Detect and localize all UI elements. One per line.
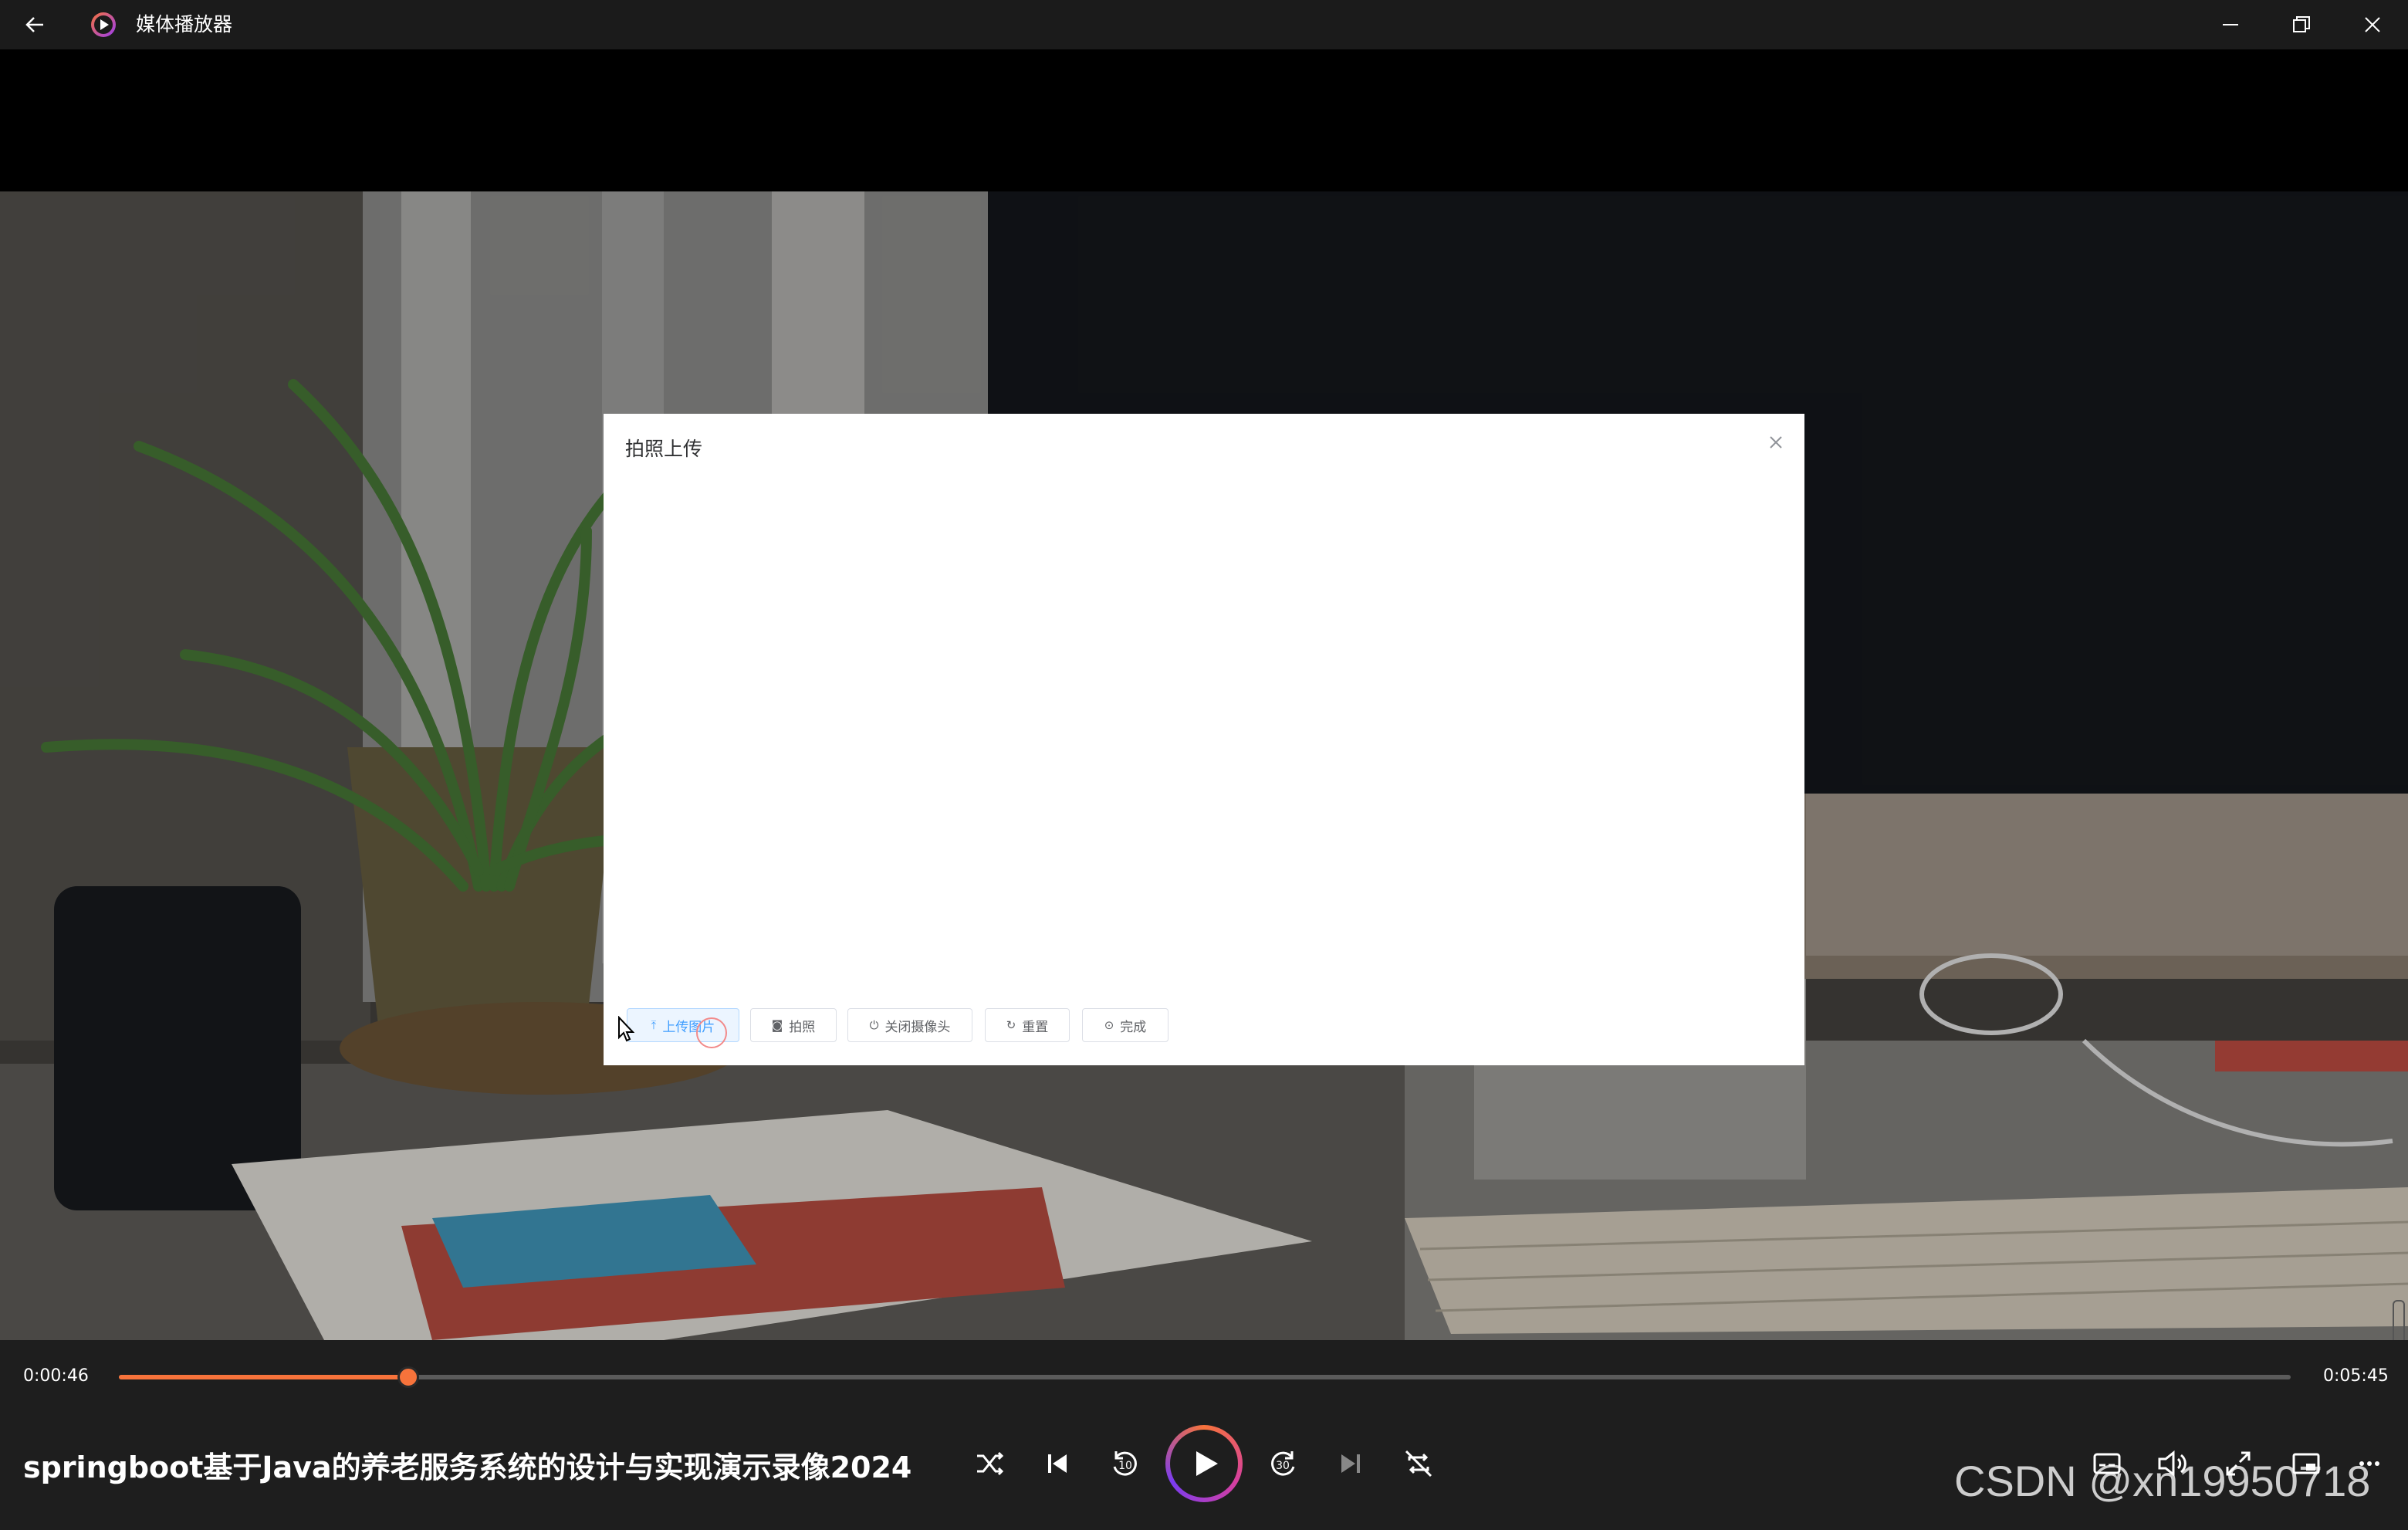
media-player-logo-icon bbox=[90, 11, 117, 39]
close-window-button[interactable] bbox=[2337, 0, 2408, 49]
repeat-button[interactable] bbox=[1395, 1440, 1442, 1487]
next-button[interactable] bbox=[1327, 1440, 1374, 1487]
rewind-10-button[interactable]: 10 bbox=[1102, 1440, 1148, 1487]
video-area[interactable]: 拍照上传 ⤒ 上传图片 ◙ 拍照 ⏻ 关闭摄像头 ↻ 重置 ⊙ 完成 bbox=[0, 49, 2408, 1340]
player-controls: 0:00:46 0:05:45 springboot基于Java的养老服务系统的… bbox=[0, 1340, 2408, 1530]
play-icon bbox=[1196, 1451, 1218, 1476]
seek-bar[interactable] bbox=[119, 1366, 2291, 1388]
take-photo-button[interactable]: ◙ 拍照 bbox=[750, 1008, 837, 1042]
current-time: 0:00:46 bbox=[23, 1366, 89, 1386]
svg-text:30: 30 bbox=[1276, 1460, 1290, 1472]
close-camera-button[interactable]: ⏻ 关闭摄像头 bbox=[847, 1008, 972, 1042]
svg-text:10: 10 bbox=[1118, 1460, 1132, 1472]
reset-button[interactable]: ↻ 重置 bbox=[985, 1008, 1070, 1042]
check-circle-icon: ⊙ bbox=[1104, 1018, 1114, 1032]
skip-previous-icon bbox=[1048, 1454, 1067, 1473]
shuffle-icon bbox=[977, 1451, 1004, 1476]
watermark: CSDN @xn19950718 bbox=[1954, 1457, 2371, 1505]
minimize-icon bbox=[2223, 24, 2238, 25]
refresh-icon: ↻ bbox=[1006, 1018, 1016, 1032]
minimize-button[interactable] bbox=[2195, 0, 2266, 49]
upload-icon: ⤒ bbox=[651, 1018, 657, 1032]
close-icon bbox=[2365, 17, 2380, 32]
rewind-10-icon: 10 bbox=[1113, 1451, 1137, 1476]
seek-bar-progress bbox=[119, 1375, 409, 1379]
app-title: 媒体播放器 bbox=[136, 13, 233, 36]
previous-button[interactable] bbox=[1034, 1440, 1081, 1487]
photo-upload-dialog: 拍照上传 ⤒ 上传图片 ◙ 拍照 ⏻ 关闭摄像头 ↻ 重置 ⊙ 完成 bbox=[604, 414, 1804, 1065]
seek-thumb[interactable] bbox=[397, 1366, 420, 1388]
play-button[interactable] bbox=[1165, 1425, 1243, 1502]
restore-button[interactable] bbox=[2266, 0, 2337, 49]
finish-button[interactable]: ⊙ 完成 bbox=[1082, 1008, 1168, 1042]
close-icon[interactable] bbox=[1767, 434, 1784, 451]
forward-30-icon: 30 bbox=[1271, 1451, 1295, 1476]
back-icon[interactable] bbox=[20, 9, 54, 40]
volume-level-indicator bbox=[2393, 1300, 2405, 1340]
restore-icon bbox=[2293, 16, 2310, 32]
title-bar: 媒体播放器 bbox=[0, 0, 2408, 49]
total-time: 0:05:45 bbox=[2323, 1366, 2389, 1386]
click-indicator bbox=[696, 1017, 727, 1048]
mouse-cursor-icon bbox=[618, 1016, 634, 1042]
power-icon: ⏻ bbox=[869, 1018, 879, 1032]
camera-icon: ◙ bbox=[771, 1018, 783, 1032]
forward-30-button[interactable]: 30 bbox=[1260, 1440, 1306, 1487]
skip-next-icon bbox=[1341, 1454, 1360, 1473]
shuffle-button[interactable] bbox=[966, 1440, 1013, 1487]
dialog-title: 拍照上传 bbox=[625, 438, 703, 460]
repeat-off-icon bbox=[1405, 1450, 1432, 1478]
media-title: springboot基于Java的养老服务系统的设计与实现演示录像2024 bbox=[23, 1450, 912, 1484]
